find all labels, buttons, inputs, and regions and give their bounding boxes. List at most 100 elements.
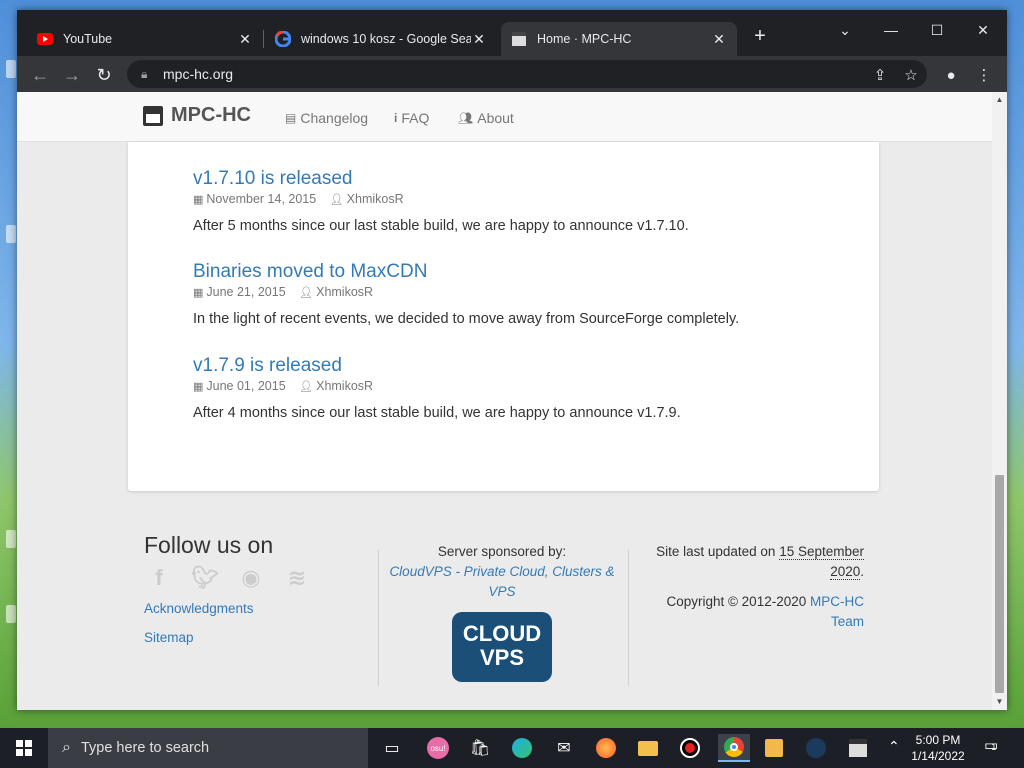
google-icon	[275, 31, 291, 47]
mpc-hc-team-link[interactable]: MPC-HC Team	[810, 594, 864, 629]
bookmark-star-icon[interactable]: ☆	[898, 62, 924, 88]
close-tab-icon[interactable]: ✕	[237, 31, 253, 48]
osu-icon[interactable]: osu!	[424, 734, 452, 762]
follow-title: Follow us on	[144, 532, 274, 558]
site-updated: Site last updated on 15 September 2020.	[643, 542, 864, 582]
taskbar-search-box[interactable]: ⌕ Type here to search	[48, 728, 368, 768]
post-title-link[interactable]: v1.7.9 is released	[193, 355, 681, 377]
post-author: XhmikosR	[346, 192, 404, 206]
close-tab-icon[interactable]: ✕	[711, 31, 727, 48]
reload-button[interactable]: ↻	[91, 62, 117, 88]
footer-divider	[378, 550, 379, 686]
tab-youtube[interactable]: YouTube ✕	[27, 22, 263, 56]
twitter-icon[interactable]: 🐦︎	[190, 565, 220, 591]
facebook-icon[interactable]: f	[144, 565, 174, 591]
copyright-prefix: Copyright © 2012-2020	[666, 594, 810, 609]
tab-strip: YouTube ✕ windows 10 kosz - Google Searc…	[17, 10, 1007, 56]
updated-date: 15 September 2020	[779, 544, 864, 580]
tab-mpc-hc[interactable]: Home · MPC-HC ✕	[501, 22, 737, 56]
nav-label: Changelog	[300, 110, 369, 126]
post-author: XhmikosR	[316, 285, 374, 299]
site-navbar: MPC-HC ▤ Changelog i FAQ 👥︎ About	[17, 92, 992, 142]
maximize-button[interactable]: ☐	[914, 16, 960, 44]
tray-chevron-icon[interactable]: ⌃	[888, 738, 900, 755]
profile-icon[interactable]: ●	[938, 62, 964, 88]
tab-search-icon[interactable]: ⌄	[822, 16, 868, 44]
back-button[interactable]: ←	[27, 62, 53, 88]
close-window-button[interactable]: ✕	[960, 16, 1006, 44]
share-icon[interactable]: ⇪	[867, 62, 893, 88]
page-scrollbar[interactable]: ▲ ▼	[992, 92, 1007, 710]
user-icon: 👤︎	[299, 381, 314, 393]
new-tab-button[interactable]: +	[749, 26, 771, 48]
cloudvps-logo[interactable]: CLOUD VPS	[452, 612, 552, 682]
obs-icon[interactable]	[676, 734, 704, 762]
browser-window: YouTube ✕ windows 10 kosz - Google Searc…	[17, 10, 1007, 710]
post-title-link[interactable]: v1.7.10 is released	[193, 168, 689, 190]
notification-count: 1	[991, 742, 997, 752]
close-tab-icon[interactable]: ✕	[471, 31, 487, 48]
user-icon: 👤︎	[329, 194, 344, 206]
firefox-icon[interactable]	[592, 734, 620, 762]
post-body: After 5 months since our last stable bui…	[193, 218, 689, 234]
footer-info: Site last updated on 15 September 2020. …	[643, 542, 864, 632]
updated-suffix: .	[860, 564, 864, 579]
video-player-icon[interactable]	[760, 734, 788, 762]
notification-icon[interactable]: ▭1	[984, 736, 998, 754]
scroll-up-arrow[interactable]: ▲	[995, 95, 1004, 104]
copyright: Copyright © 2012-2020 MPC-HC Team	[643, 592, 864, 632]
tab-google-search[interactable]: windows 10 kosz - Google Search ✕	[265, 22, 497, 56]
menu-icon[interactable]: ⋮	[971, 62, 997, 88]
tab-title: YouTube	[63, 32, 113, 46]
desktop-icon[interactable]	[6, 530, 16, 548]
desktop-icon[interactable]	[6, 60, 16, 78]
desktop-icon[interactable]	[6, 225, 16, 243]
edge-icon[interactable]	[508, 734, 536, 762]
calendar-icon: ▦	[193, 381, 204, 393]
address-bar[interactable]: 🔒︎ mpc-hc.org	[127, 60, 927, 88]
news-post: v1.7.9 is released ▦ June 01, 2015 👤︎ Xhmi…	[193, 355, 681, 421]
mail-icon[interactable]: ✉	[550, 734, 578, 762]
mpc-hc-taskbar-icon[interactable]	[844, 734, 872, 762]
chrome-icon[interactable]	[718, 734, 750, 762]
minimize-button[interactable]: —	[868, 16, 914, 44]
tab-title: Home · MPC-HC	[537, 32, 632, 46]
lock-icon[interactable]: 🔒︎	[141, 67, 153, 82]
sitemap-link[interactable]: Sitemap	[144, 630, 364, 645]
scrollbar-thumb[interactable]	[995, 475, 1004, 693]
store-icon[interactable]: 🛍︎	[466, 734, 494, 762]
task-view-icon[interactable]: ▭	[378, 734, 406, 762]
file-icon: ▤	[285, 111, 297, 125]
nav-faq[interactable]: i FAQ	[394, 110, 429, 126]
site-brand[interactable]: MPC-HC	[143, 104, 251, 127]
updated-prefix: Site last updated on	[656, 544, 780, 559]
nav-changelog[interactable]: ▤ Changelog	[285, 110, 368, 126]
cloudvps-link[interactable]: CloudVPS	[389, 564, 451, 579]
tab-title: windows 10 kosz - Google Search	[301, 32, 471, 46]
acknowledgments-link[interactable]: Acknowledgments	[144, 601, 364, 616]
post-date: June 01, 2015	[206, 379, 286, 393]
web-page: MPC-HC ▤ Changelog i FAQ 👥︎ About v1.7.1…	[17, 92, 992, 710]
forward-button[interactable]: →	[59, 62, 85, 88]
rss-icon[interactable]: ≋	[282, 565, 312, 591]
post-title-link[interactable]: Binaries moved to MaxCDN	[193, 261, 739, 283]
clock[interactable]: 5:00 PM 1/14/2022	[908, 732, 968, 764]
nav-about[interactable]: 👥︎ About	[458, 110, 514, 126]
users-icon: 👥︎	[458, 111, 474, 125]
post-meta: ▦ June 21, 2015 👤︎ XhmikosR	[193, 285, 739, 299]
scroll-down-arrow[interactable]: ▼	[995, 697, 1004, 706]
user-icon: 👤︎	[299, 287, 314, 299]
news-post: v1.7.10 is released ▦ November 14, 2015 👤…	[193, 168, 689, 234]
post-author: XhmikosR	[316, 379, 374, 393]
file-explorer-icon[interactable]	[634, 734, 662, 762]
brand-name: MPC-HC	[171, 104, 251, 126]
footer-sponsor: Server sponsored by: CloudVPS - Private …	[387, 542, 617, 682]
sponsor-text: Server sponsored by: CloudVPS - Private …	[387, 542, 617, 602]
desktop-icon[interactable]	[6, 605, 16, 623]
start-button[interactable]	[0, 728, 48, 768]
github-icon[interactable]: ◉	[236, 565, 266, 591]
post-date: November 14, 2015	[206, 192, 317, 206]
post-date: June 21, 2015	[206, 285, 286, 299]
steam-icon[interactable]	[802, 734, 830, 762]
news-card: v1.7.10 is released ▦ November 14, 2015 👤…	[128, 142, 879, 491]
